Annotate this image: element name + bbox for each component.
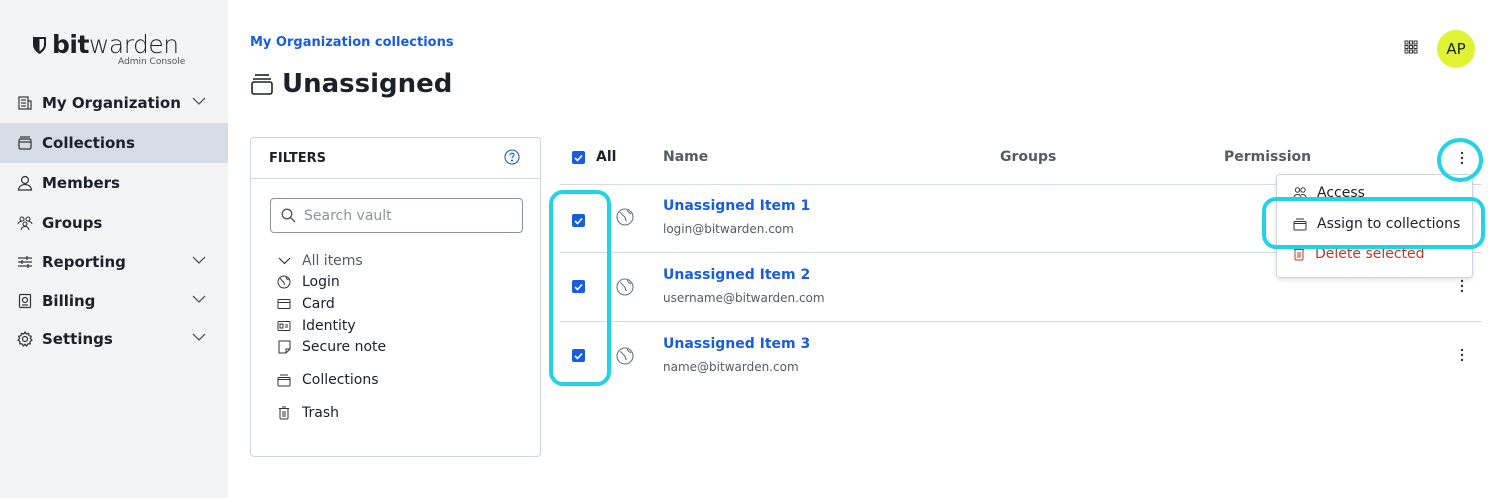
organization-icon — [16, 94, 34, 112]
search-input-wrapper[interactable] — [270, 198, 523, 233]
app-switcher-icon[interactable] — [1404, 40, 1418, 54]
row-options-kebab-button[interactable] — [1456, 276, 1468, 296]
sliders-icon — [16, 253, 34, 271]
sidebar-item-label: Groups — [42, 214, 103, 232]
filter-label: Login — [302, 274, 340, 290]
check-icon — [574, 154, 583, 162]
chevron-down-icon[interactable] — [192, 295, 206, 304]
kebab-menu-icon — [1460, 279, 1464, 293]
item-name-link[interactable]: Unassigned Item 2 — [663, 267, 810, 283]
user-icon — [16, 174, 34, 192]
sidebar-item-billing[interactable]: Billing — [0, 281, 228, 321]
sidebar-item-groups[interactable]: Groups — [0, 203, 228, 243]
chevron-down-icon[interactable] — [192, 333, 206, 342]
trash-icon — [276, 406, 292, 420]
filter-card[interactable]: Card — [276, 294, 335, 314]
item-name-link[interactable]: Unassigned Item 3 — [663, 336, 810, 352]
gear-icon — [16, 330, 34, 348]
globe-icon — [616, 208, 634, 226]
filter-label: Identity — [302, 318, 356, 334]
chevron-down-icon[interactable] — [192, 97, 206, 106]
filter-identity[interactable]: Identity — [276, 316, 356, 336]
kebab-highlight-callout — [1437, 138, 1483, 182]
assign-highlight-callout — [1262, 197, 1485, 249]
breadcrumb[interactable]: My Organization collections — [250, 35, 454, 50]
sidebar-item-label: My Organization — [42, 94, 181, 112]
sidebar: bitwarden Admin Console My Organization … — [0, 0, 228, 498]
sidebar-item-collections[interactable]: Collections — [0, 123, 228, 163]
filter-all-items[interactable]: All items — [276, 251, 363, 271]
sidebar-item-settings[interactable]: Settings — [0, 319, 228, 359]
avatar[interactable]: AP — [1437, 30, 1475, 68]
search-input[interactable] — [304, 207, 504, 224]
id-card-icon — [276, 320, 292, 332]
sidebar-item-members[interactable]: Members — [0, 163, 228, 203]
card-icon — [276, 298, 292, 310]
sidebar-item-label: Members — [42, 174, 120, 192]
kebab-menu-icon — [1460, 348, 1464, 362]
page-title: Unassigned — [250, 66, 452, 102]
chevron-down-icon[interactable] — [192, 256, 206, 265]
filters-panel: FILTERS All items Login Card Identity Se… — [250, 137, 541, 457]
brand-name: bitwarden — [52, 30, 179, 59]
sidebar-item-label: Billing — [42, 292, 96, 310]
item-name-link[interactable]: Unassigned Item 1 — [663, 198, 810, 214]
filter-label: Trash — [302, 405, 339, 421]
billing-icon — [16, 292, 34, 310]
item-username: login@bitwarden.com — [663, 222, 794, 236]
help-icon[interactable] — [504, 149, 520, 165]
filter-collections[interactable]: Collections — [276, 370, 379, 390]
sidebar-item-reporting[interactable]: Reporting — [0, 242, 228, 282]
globe-icon — [276, 275, 292, 289]
filter-secure-note[interactable]: Secure note — [276, 337, 386, 357]
row-options-kebab-button[interactable] — [1456, 345, 1468, 365]
select-all-checkbox[interactable] — [572, 151, 585, 164]
sidebar-item-label: Collections — [42, 134, 135, 152]
shield-logo-icon — [33, 37, 46, 54]
column-header-permission[interactable]: Permission — [1224, 149, 1311, 165]
sidebar-item-my-organization[interactable]: My Organization — [0, 83, 228, 123]
globe-icon — [616, 278, 634, 296]
collection-icon — [251, 74, 273, 95]
trash-icon — [1293, 247, 1305, 261]
collection-icon — [16, 134, 34, 152]
item-username: name@bitwarden.com — [663, 360, 799, 374]
filter-label: All items — [302, 253, 363, 269]
collection-icon — [276, 374, 292, 387]
sidebar-item-label: Settings — [42, 330, 113, 348]
filter-label: Collections — [302, 372, 379, 388]
filters-heading: FILTERS — [251, 138, 540, 179]
bitwarden-logo[interactable]: bitwarden Admin Console — [32, 30, 192, 72]
filter-trash[interactable]: Trash — [276, 403, 339, 423]
item-username: username@bitwarden.com — [663, 291, 825, 305]
chevron-down-icon[interactable] — [276, 257, 292, 265]
note-icon — [276, 340, 292, 354]
filter-label: Secure note — [302, 339, 387, 355]
filter-label: Card — [302, 296, 335, 312]
column-header-all[interactable]: All — [596, 149, 616, 165]
checkbox-highlight-callout — [549, 190, 611, 386]
filter-login[interactable]: Login — [276, 272, 340, 292]
page-title-text: Unassigned — [282, 69, 453, 99]
sidebar-item-label: Reporting — [42, 253, 126, 271]
groups-icon — [16, 214, 34, 232]
brand-subtitle: Admin Console — [118, 57, 186, 67]
row-divider — [560, 321, 1482, 322]
search-icon — [281, 208, 296, 223]
globe-icon — [616, 347, 634, 365]
column-header-name[interactable]: Name — [663, 149, 708, 165]
column-header-groups[interactable]: Groups — [1000, 149, 1056, 165]
